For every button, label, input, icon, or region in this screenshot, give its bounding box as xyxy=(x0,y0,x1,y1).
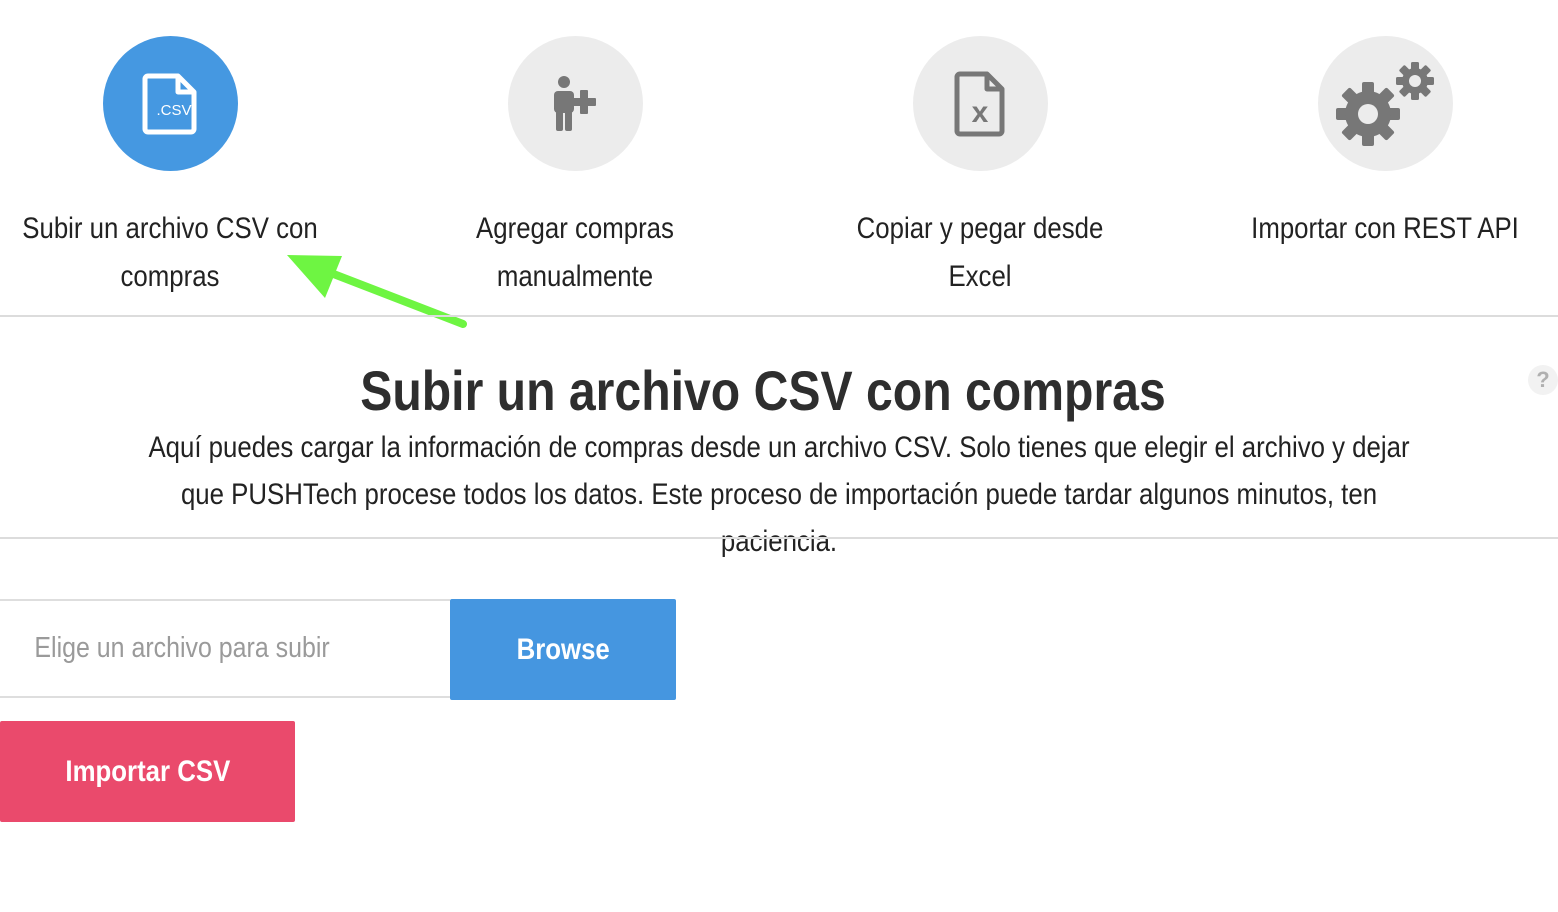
browse-button-label: Browse xyxy=(516,632,610,666)
import-csv-button[interactable]: Importar CSV xyxy=(0,721,295,822)
divider-top xyxy=(0,315,1558,317)
option-paste-excel[interactable]: x Copiar y pegar desde Excel xyxy=(800,36,1160,301)
browse-button[interactable]: Browse xyxy=(450,599,676,700)
file-input[interactable] xyxy=(0,601,396,696)
option-circle: x xyxy=(912,36,1048,171)
divider-bottom xyxy=(0,537,1558,539)
option-circle: .CSV xyxy=(102,36,238,171)
option-circle xyxy=(1317,36,1453,171)
option-rest-api[interactable]: Importar con REST API xyxy=(1205,36,1558,253)
excel-icon-text: x xyxy=(972,96,989,129)
import-purchases-page: .CSV Subir un archivo CSV con compras Ag… xyxy=(0,0,1558,912)
option-label: Subir un archivo CSV con compras xyxy=(22,212,318,293)
option-label: Copiar y pegar desde Excel xyxy=(856,212,1104,293)
csv-icon-text: .CSV xyxy=(156,102,191,119)
gears-icon xyxy=(1335,62,1434,146)
import-options: .CSV Subir un archivo CSV con compras Ag… xyxy=(0,0,1558,316)
page-description: Aquí puedes cargar la información de com… xyxy=(148,431,1410,558)
file-field xyxy=(0,599,450,698)
option-circle xyxy=(507,36,643,171)
import-button-label: Importar CSV xyxy=(65,754,230,788)
csv-file-icon: .CSV xyxy=(142,73,197,134)
option-label: Agregar compras manualmente xyxy=(476,212,674,293)
help-icon[interactable]: ? xyxy=(1528,365,1558,395)
option-upload-csv[interactable]: .CSV Subir un archivo CSV con compras xyxy=(0,36,350,301)
page-title: Subir un archivo CSV con compras xyxy=(360,359,1166,422)
option-add-manually[interactable]: Agregar compras manualmente xyxy=(395,36,755,301)
add-user-icon xyxy=(554,75,596,131)
option-label: Importar con REST API xyxy=(1251,212,1519,245)
excel-file-icon: x xyxy=(954,71,1005,136)
